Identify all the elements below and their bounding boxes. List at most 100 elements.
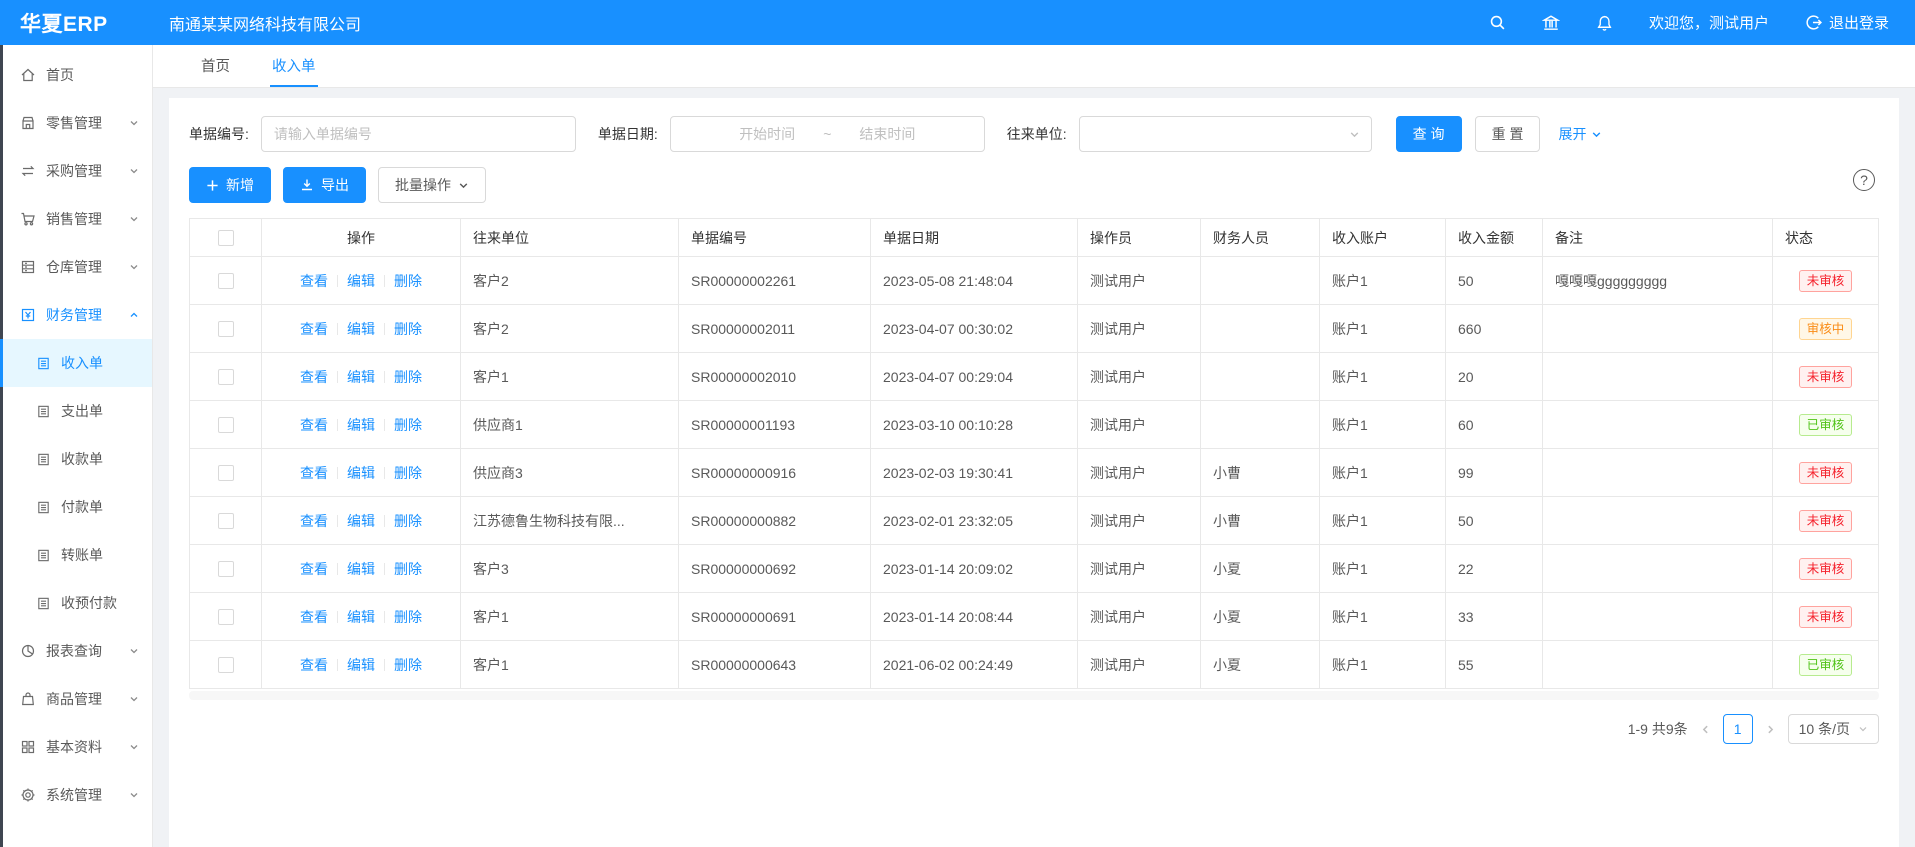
delete-link[interactable]: 删除 bbox=[394, 609, 422, 625]
sidebar-item-system[interactable]: 系统管理 bbox=[0, 771, 152, 819]
edit-link[interactable]: 编辑 bbox=[347, 369, 375, 385]
cell-remark bbox=[1543, 401, 1773, 449]
sidebar-item-label: 系统管理 bbox=[46, 785, 102, 805]
reset-button[interactable]: 重 置 bbox=[1475, 116, 1541, 152]
delete-link[interactable]: 删除 bbox=[394, 513, 422, 529]
row-checkbox[interactable] bbox=[218, 513, 234, 529]
tab-income-bill[interactable]: 收入单 bbox=[270, 45, 318, 87]
sidebar-item-sales[interactable]: 销售管理 bbox=[0, 195, 152, 243]
edit-link[interactable]: 编辑 bbox=[347, 417, 375, 433]
row-checkbox[interactable] bbox=[218, 273, 234, 289]
divider bbox=[384, 515, 385, 527]
export-button[interactable]: 导出 bbox=[283, 167, 366, 203]
sidebar-item-warehouse[interactable]: 仓库管理 bbox=[0, 243, 152, 291]
search-button[interactable]: 查 询 bbox=[1396, 116, 1462, 152]
col-remark: 备注 bbox=[1543, 219, 1773, 257]
top-header: 华夏ERP 南通某某网络科技有限公司 欢迎您，测试用户 退出登录 bbox=[0, 0, 1915, 45]
date-start-input[interactable] bbox=[715, 126, 819, 142]
view-link[interactable]: 查看 bbox=[300, 321, 328, 337]
delete-link[interactable]: 删除 bbox=[394, 657, 422, 673]
content-card: 单据编号: 单据日期: ~ 往来单位: 查 询 重 置 展开 bbox=[169, 98, 1899, 847]
plus-icon bbox=[206, 179, 219, 192]
sidebar-item-reports[interactable]: 报表查询 bbox=[0, 627, 152, 675]
cell-finance bbox=[1201, 305, 1320, 353]
date-range-picker[interactable]: ~ bbox=[670, 116, 985, 152]
topbar-right: 欢迎您，测试用户 退出登录 bbox=[1489, 12, 1915, 33]
sidebar-item-purchase[interactable]: 采购管理 bbox=[0, 147, 152, 195]
row-checkbox[interactable] bbox=[218, 369, 234, 385]
delete-link[interactable]: 删除 bbox=[394, 465, 422, 481]
cell-date: 2023-05-08 21:48:04 bbox=[871, 257, 1078, 305]
sidebar-subitem-payment-bill[interactable]: 付款单 bbox=[0, 483, 152, 531]
sidebar-item-home[interactable]: 首页 bbox=[0, 51, 152, 99]
partner-select[interactable] bbox=[1079, 116, 1372, 152]
prev-page-icon[interactable] bbox=[1698, 724, 1713, 735]
sidebar-subitem-expense-bill[interactable]: 支出单 bbox=[0, 387, 152, 435]
delete-link[interactable]: 删除 bbox=[394, 321, 422, 337]
table-row: 查看编辑删除客户1SR000000020102023-04-07 00:29:0… bbox=[190, 353, 1879, 401]
help-icon[interactable]: ? bbox=[1853, 169, 1875, 191]
table-header-row: 操作 往来单位 单据编号 单据日期 操作员 财务人员 收入账户 收入金额 备注 … bbox=[190, 219, 1879, 257]
divider bbox=[384, 323, 385, 335]
view-link[interactable]: 查看 bbox=[300, 561, 328, 577]
sidebar-item-label: 收预付款 bbox=[61, 593, 117, 613]
cell-amount: 50 bbox=[1446, 497, 1543, 545]
cell-remark bbox=[1543, 449, 1773, 497]
cell-remark bbox=[1543, 545, 1773, 593]
delete-link[interactable]: 删除 bbox=[394, 369, 422, 385]
delete-link[interactable]: 删除 bbox=[394, 273, 422, 289]
sidebar-subitem-income-bill[interactable]: 收入单 bbox=[0, 339, 152, 387]
delete-link[interactable]: 删除 bbox=[394, 417, 422, 433]
edit-link[interactable]: 编辑 bbox=[347, 465, 375, 481]
row-checkbox[interactable] bbox=[218, 561, 234, 577]
view-link[interactable]: 查看 bbox=[300, 513, 328, 529]
sidebar-item-retail[interactable]: 零售管理 bbox=[0, 99, 152, 147]
view-link[interactable]: 查看 bbox=[300, 417, 328, 433]
date-separator: ~ bbox=[823, 126, 831, 142]
sidebar-subitem-receipt-bill[interactable]: 收款单 bbox=[0, 435, 152, 483]
delete-link[interactable]: 删除 bbox=[394, 561, 422, 577]
horizontal-scrollbar[interactable] bbox=[189, 691, 1879, 700]
logout-button[interactable]: 退出登录 bbox=[1805, 12, 1889, 33]
cell-bill-no: SR00000002010 bbox=[679, 353, 871, 401]
page-size-select[interactable]: 10 条/页 bbox=[1788, 714, 1879, 744]
divider bbox=[384, 611, 385, 623]
chevron-down-icon bbox=[129, 262, 139, 272]
view-link[interactable]: 查看 bbox=[300, 657, 328, 673]
row-checkbox[interactable] bbox=[218, 417, 234, 433]
batch-actions-button[interactable]: 批量操作 bbox=[378, 167, 486, 203]
bell-icon[interactable] bbox=[1596, 14, 1613, 32]
row-checkbox[interactable] bbox=[218, 465, 234, 481]
divider bbox=[384, 659, 385, 671]
edit-link[interactable]: 编辑 bbox=[347, 561, 375, 577]
view-link[interactable]: 查看 bbox=[300, 273, 328, 289]
bill-no-input[interactable] bbox=[261, 116, 576, 152]
add-button[interactable]: 新增 bbox=[189, 167, 271, 203]
next-page-icon[interactable] bbox=[1763, 724, 1778, 735]
row-checkbox[interactable] bbox=[218, 609, 234, 625]
date-end-input[interactable] bbox=[835, 126, 939, 142]
edit-link[interactable]: 编辑 bbox=[347, 657, 375, 673]
table-row: 查看编辑删除客户3SR000000006922023-01-14 20:09:0… bbox=[190, 545, 1879, 593]
edit-link[interactable]: 编辑 bbox=[347, 273, 375, 289]
view-link[interactable]: 查看 bbox=[300, 465, 328, 481]
sidebar-item-finance[interactable]: 财务管理 bbox=[0, 291, 152, 339]
row-checkbox[interactable] bbox=[218, 657, 234, 673]
sidebar-subitem-transfer-bill[interactable]: 转账单 bbox=[0, 531, 152, 579]
edit-link[interactable]: 编辑 bbox=[347, 513, 375, 529]
search-icon[interactable] bbox=[1489, 14, 1506, 31]
sidebar-subitem-advance-payment[interactable]: 收预付款 bbox=[0, 579, 152, 627]
view-link[interactable]: 查看 bbox=[300, 609, 328, 625]
expand-link[interactable]: 展开 bbox=[1558, 124, 1602, 144]
edit-link[interactable]: 编辑 bbox=[347, 609, 375, 625]
edit-link[interactable]: 编辑 bbox=[347, 321, 375, 337]
row-checkbox[interactable] bbox=[218, 321, 234, 337]
sidebar-item-basic-data[interactable]: 基本资料 bbox=[0, 723, 152, 771]
select-all-checkbox[interactable] bbox=[218, 230, 234, 246]
view-link[interactable]: 查看 bbox=[300, 369, 328, 385]
cell-account: 账户1 bbox=[1320, 401, 1446, 449]
sidebar-item-goods[interactable]: 商品管理 bbox=[0, 675, 152, 723]
page-number-1[interactable]: 1 bbox=[1723, 714, 1753, 744]
platform-icon[interactable] bbox=[1542, 14, 1560, 32]
tab-home[interactable]: 首页 bbox=[199, 45, 232, 87]
